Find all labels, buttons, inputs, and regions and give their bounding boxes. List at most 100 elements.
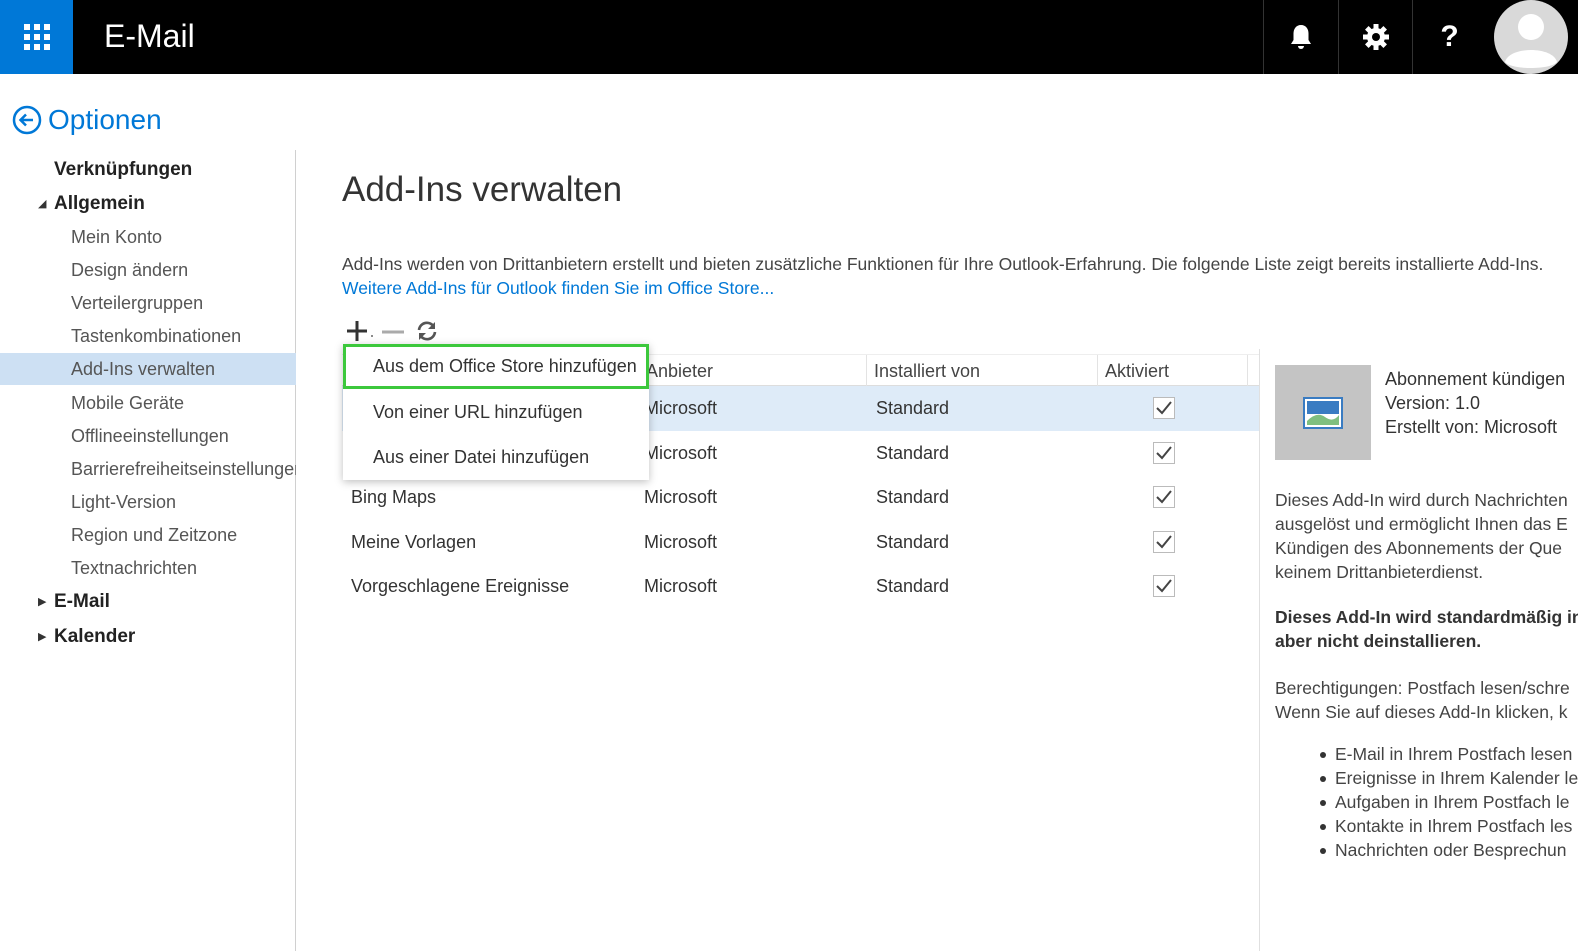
add-icon (347, 321, 373, 341)
image-placeholder-icon (1303, 396, 1343, 429)
list-item: Aufgaben in Ihrem Postfach le (1275, 790, 1578, 814)
nav-item-label: Textnachrichten (71, 558, 198, 578)
enabled-checkbox[interactable] (1153, 486, 1175, 508)
cell-provider: Microsoft (644, 487, 718, 507)
nav-item-label: Tastenkombinationen (71, 326, 242, 346)
collapse-triangle-icon: ◢ (38, 198, 47, 210)
nav-item-label: Verteilergruppen (71, 293, 204, 313)
list-item: E-Mail in Ihrem Postfach lesen (1275, 742, 1578, 766)
nav-item-label: Offlineeinstellungen (71, 426, 229, 446)
list-item: Nachrichten oder Besprechun (1275, 838, 1578, 862)
cell-installed-by: Standard (876, 487, 950, 507)
office-store-link[interactable]: Weitere Add-Ins für Outlook finden Sie i… (342, 278, 774, 298)
column-header-anbieter[interactable]: Anbieter (638, 355, 866, 387)
list-item: Kontakte in Ihrem Postfach les (1275, 814, 1578, 838)
expand-triangle-icon: ▶ (38, 631, 47, 643)
app-launcher-button[interactable] (0, 0, 73, 74)
addins-toolbar (342, 316, 444, 346)
nav-item-kalender[interactable]: ▶ Kalender (0, 621, 296, 653)
nav-item-add-ins-verwalten[interactable]: Add-Ins verwalten (0, 353, 296, 385)
remove-button[interactable] (376, 316, 410, 346)
nav-item-tastenkombinationen[interactable]: Tastenkombinationen (0, 320, 296, 352)
cell-installed-by: Standard (876, 442, 950, 463)
settings-button[interactable] (1338, 0, 1412, 74)
enabled-checkbox[interactable] (1153, 397, 1175, 419)
cell-name: Meine Vorlagen (351, 531, 477, 552)
nav-item-label: Allgemein (54, 193, 145, 214)
remove-icon (382, 330, 404, 334)
nav-item-offlineeinstellungen[interactable]: Offlineeinstellungen (0, 420, 296, 452)
options-title: Optionen (48, 104, 162, 135)
table-row[interactable]: Vorgeschlagene Ereignisse Microsoft Stan… (342, 564, 1259, 609)
table-row[interactable]: Meine Vorlagen Microsoft Standard (342, 520, 1259, 565)
nav-item-light-version[interactable]: Light-Version (0, 486, 296, 518)
add-menu-dropdown: Aus dem Office Store hinzufügen Von eine… (343, 344, 649, 480)
back-to-mail-button[interactable]: Optionen (12, 104, 162, 136)
user-avatar-icon (1494, 0, 1568, 74)
nav-item-barrierefreiheit[interactable]: Barrierefreiheitseinstellungen (0, 453, 296, 485)
table-row[interactable]: Bing Maps Microsoft Standard (342, 475, 1259, 520)
description-line: Dieses Add-In wird durch Nachrichten (1275, 490, 1568, 510)
nav-item-textnachrichten[interactable]: Textnachrichten (0, 552, 296, 584)
nav-item-mobile-geraete[interactable]: Mobile Geräte (0, 387, 296, 419)
checkmark-icon (1156, 534, 1172, 548)
nav-item-verknuepfungen[interactable]: Verknüpfungen (0, 154, 296, 186)
help-button[interactable]: ? (1412, 0, 1486, 74)
menu-item-add-from-file[interactable]: Aus einer Datei hinzufügen (343, 435, 649, 480)
add-button[interactable] (342, 316, 376, 346)
default-notice-line: Dieses Add-In wird standardmäßig in (1275, 607, 1578, 627)
cell-installed-by: Standard (876, 576, 950, 596)
description-text: Add-Ins werden von Drittanbietern erstel… (342, 254, 1544, 274)
help-icon: ? (1440, 20, 1459, 53)
gear-icon (1362, 24, 1389, 50)
nav-item-allgemein[interactable]: ◢ Allgemein (0, 188, 296, 220)
nav-item-label: Mein Konto (71, 227, 163, 247)
cell-provider: Microsoft (644, 576, 718, 596)
checkmark-icon (1156, 401, 1172, 415)
notifications-button[interactable] (1263, 0, 1337, 74)
checkmark-icon (1156, 445, 1172, 459)
column-header-aktiviert[interactable]: Aktiviert (1097, 355, 1248, 387)
nav-item-label: Barrierefreiheitseinstellungen (71, 459, 296, 479)
refresh-button[interactable] (410, 316, 444, 346)
nav-item-label: Verknüpfungen (54, 159, 193, 180)
back-arrow-icon (12, 105, 42, 135)
nav-item-e-mail[interactable]: ▶ E-Mail (0, 586, 296, 618)
enabled-checkbox[interactable] (1153, 530, 1175, 553)
nav-item-mein-konto[interactable]: Mein Konto (0, 221, 296, 253)
nav-item-region-zeitzone[interactable]: Region und Zeitzone (0, 519, 296, 551)
addin-author: Erstellt von: Microsoft (1385, 417, 1558, 437)
page-title: Add-Ins verwalten (342, 170, 623, 209)
addin-name: Abonnement kündigen (1385, 369, 1566, 389)
nav-item-label: Kalender (54, 626, 136, 647)
app-title: E-Mail (104, 18, 195, 54)
top-bar: E-Mail ? (0, 0, 1578, 74)
nav-item-label: Add-Ins verwalten (71, 359, 216, 379)
nav-item-label: Region und Zeitzone (71, 525, 238, 545)
nav-item-label: Design ändern (71, 260, 189, 280)
addin-thumbnail (1275, 365, 1371, 460)
cell-name: Vorgeschlagene Ereignisse (351, 576, 570, 596)
column-header-installiert-von[interactable]: Installiert von (866, 355, 1097, 387)
description-line: Kündigen des Abonnements der Que (1275, 538, 1563, 558)
menu-item-add-from-url[interactable]: Von einer URL hinzufügen (343, 390, 649, 435)
refresh-icon (417, 321, 437, 341)
description-line: keinem Drittanbieterdienst. (1275, 562, 1484, 582)
bell-icon (1290, 25, 1311, 49)
enabled-checkbox[interactable] (1153, 441, 1175, 464)
nav-item-verteilergruppen[interactable]: Verteilergruppen (0, 287, 296, 319)
nav-item-design-aendern[interactable]: Design ändern (0, 254, 296, 286)
nav-item-label: E-Mail (54, 591, 110, 612)
cell-name: Bing Maps (351, 487, 437, 507)
app-launcher-icon (23, 24, 50, 50)
nav-item-label: Light-Version (71, 492, 177, 512)
enabled-checkbox[interactable] (1153, 575, 1175, 597)
menu-item-add-from-store[interactable]: Aus dem Office Store hinzufügen (343, 344, 649, 389)
cell-provider: Microsoft (644, 398, 718, 418)
user-avatar-button[interactable] (1493, 0, 1578, 74)
addin-version: Version: 1.0 (1385, 393, 1481, 413)
cell-installed-by: Standard (876, 398, 950, 418)
default-notice-line: aber nicht deinstallieren. (1275, 631, 1482, 651)
cell-provider: Microsoft (644, 442, 718, 463)
description-line: ausgelöst und ermöglicht Ihnen das E (1275, 514, 1568, 534)
